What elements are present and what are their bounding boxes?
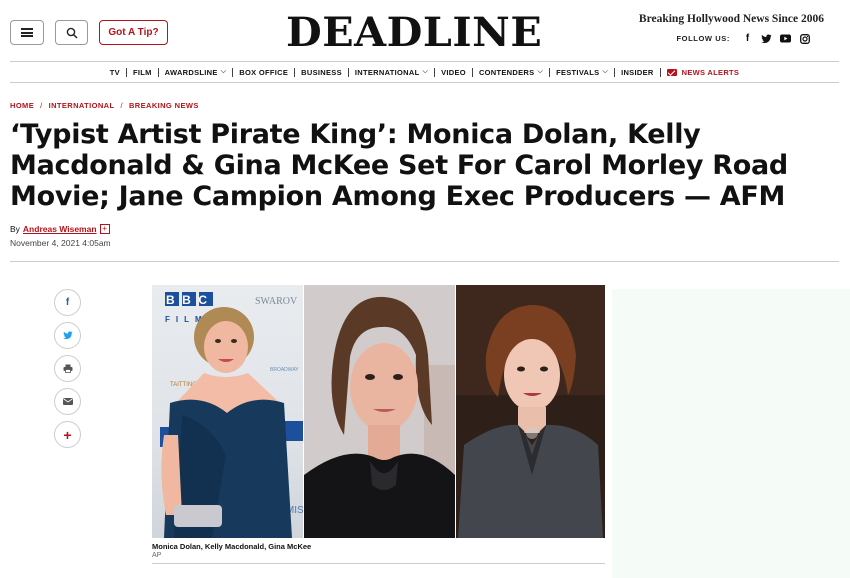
broadway-text: BROADWAY [270,367,299,373]
photo-credit: AP [152,552,162,559]
ad-placeholder [612,289,850,578]
nav-item-insider[interactable]: INSIDER [615,68,660,77]
photo-kelly-macdonald [304,285,455,538]
caption-divider [152,563,605,564]
follow-author-icon[interactable]: + [99,224,110,234]
chevron-down-icon: ⌵ [602,68,609,75]
nav-label: VIDEO [441,67,466,77]
more-share-button[interactable]: + [54,421,81,448]
chevron-down-icon: ⌵ [537,68,544,75]
photo-illustration [304,285,455,538]
nav-item-box-office[interactable]: BOX OFFICE [233,68,294,77]
facebook-icon[interactable]: f [742,33,753,44]
printer-icon [63,364,72,373]
nav-item-contenders[interactable]: CONTENDERS ⌵ [473,68,549,77]
main-nav: TV FILM AWARDSLINE ⌵ BOX OFFICE BUSINESS … [10,61,839,83]
breadcrumb-home[interactable]: HOME [10,101,34,110]
menu-button[interactable] [10,20,44,45]
nav-label: INTERNATIONAL [354,67,420,77]
follow-label: FOLLOW US: [676,34,730,43]
chevron-down-icon: ⌵ [422,68,429,75]
nav-item-international[interactable]: INTERNATIONAL ⌵ [349,68,434,77]
nav-item-news-alerts[interactable]: NEWS ALERTS [661,68,746,77]
article-date: November 4, 2021 4:05am [10,238,111,248]
photo-monica-dolan: BBC FILMS SWAROV TAITTINGER BROADWAY ERM… [152,285,303,538]
share-twitter-button[interactable] [54,322,81,349]
nav-item-business[interactable]: BUSINESS [295,68,348,77]
nav-item-tv[interactable]: TV [104,68,126,77]
header-divider [10,261,839,262]
chevron-down-icon: ⌵ [220,68,227,75]
facebook-icon: f [65,297,70,308]
nav-label: TV [109,67,120,77]
nav-item-awardsline[interactable]: AWARDSLINE ⌵ [159,68,233,77]
site-logo[interactable]: DEADLINE [286,10,542,56]
email-icon [62,398,73,405]
breadcrumb-breaking-news[interactable]: BREAKING NEWS [129,101,199,110]
photo-gina-mckee [456,285,605,538]
share-bar: f + [54,289,81,448]
nav-label: FESTIVALS [556,67,600,77]
breadcrumb-separator: / [120,101,123,110]
nav-label: INSIDER [621,67,654,77]
search-icon [66,27,78,39]
share-facebook-button[interactable]: f [54,289,81,316]
email-share-button[interactable] [54,388,81,415]
bbc-logo-text: BBC [166,293,215,307]
youtube-icon[interactable] [780,33,791,44]
photo-caption: Monica Dolan, Kelly Macdonald, Gina McKe… [152,542,312,551]
nav-item-video[interactable]: VIDEO [435,68,472,77]
twitter-icon[interactable] [761,33,772,44]
got-a-tip-button[interactable]: Got A Tip? [99,20,168,45]
article-headline: ‘Typist Artist Pirate King’: Monica Dola… [10,119,788,212]
nav-label: FILM [132,67,152,77]
nav-label: BUSINESS [301,67,342,77]
site-header: Got A Tip? DEADLINE Breaking Hollywood N… [0,0,850,62]
nav-item-festivals[interactable]: FESTIVALS ⌵ [550,68,614,77]
site-tagline: Breaking Hollywood News Since 2006 [638,13,824,25]
byline-prefix: By [10,224,20,234]
author-link[interactable]: Andreas Wiseman [23,224,97,234]
breadcrumb-separator: / [40,101,43,110]
breadcrumb-international[interactable]: INTERNATIONAL [49,101,115,110]
swarovski-text: SWAROV [255,296,298,307]
print-button[interactable] [54,355,81,382]
nav-label: CONTENDERS [478,67,535,77]
hamburger-icon [21,28,33,37]
plus-icon: + [63,426,72,443]
byline: By Andreas Wiseman + [10,224,110,234]
nav-label: AWARDSLINE [164,67,218,77]
photo-illustration [456,285,605,538]
breadcrumb: HOME / INTERNATIONAL / BREAKING NEWS [10,101,199,110]
nav-label: NEWS ALERTS [681,67,740,77]
photo-illustration: BBC FILMS SWAROV TAITTINGER BROADWAY ERM… [160,292,303,538]
nav-item-film[interactable]: FILM [127,68,158,77]
follow-us: FOLLOW US: f [677,33,811,44]
instagram-icon[interactable] [799,33,810,44]
search-button[interactable] [55,20,88,45]
mail-icon [666,68,677,76]
nav-label: BOX OFFICE [239,67,289,77]
twitter-icon [62,331,72,340]
